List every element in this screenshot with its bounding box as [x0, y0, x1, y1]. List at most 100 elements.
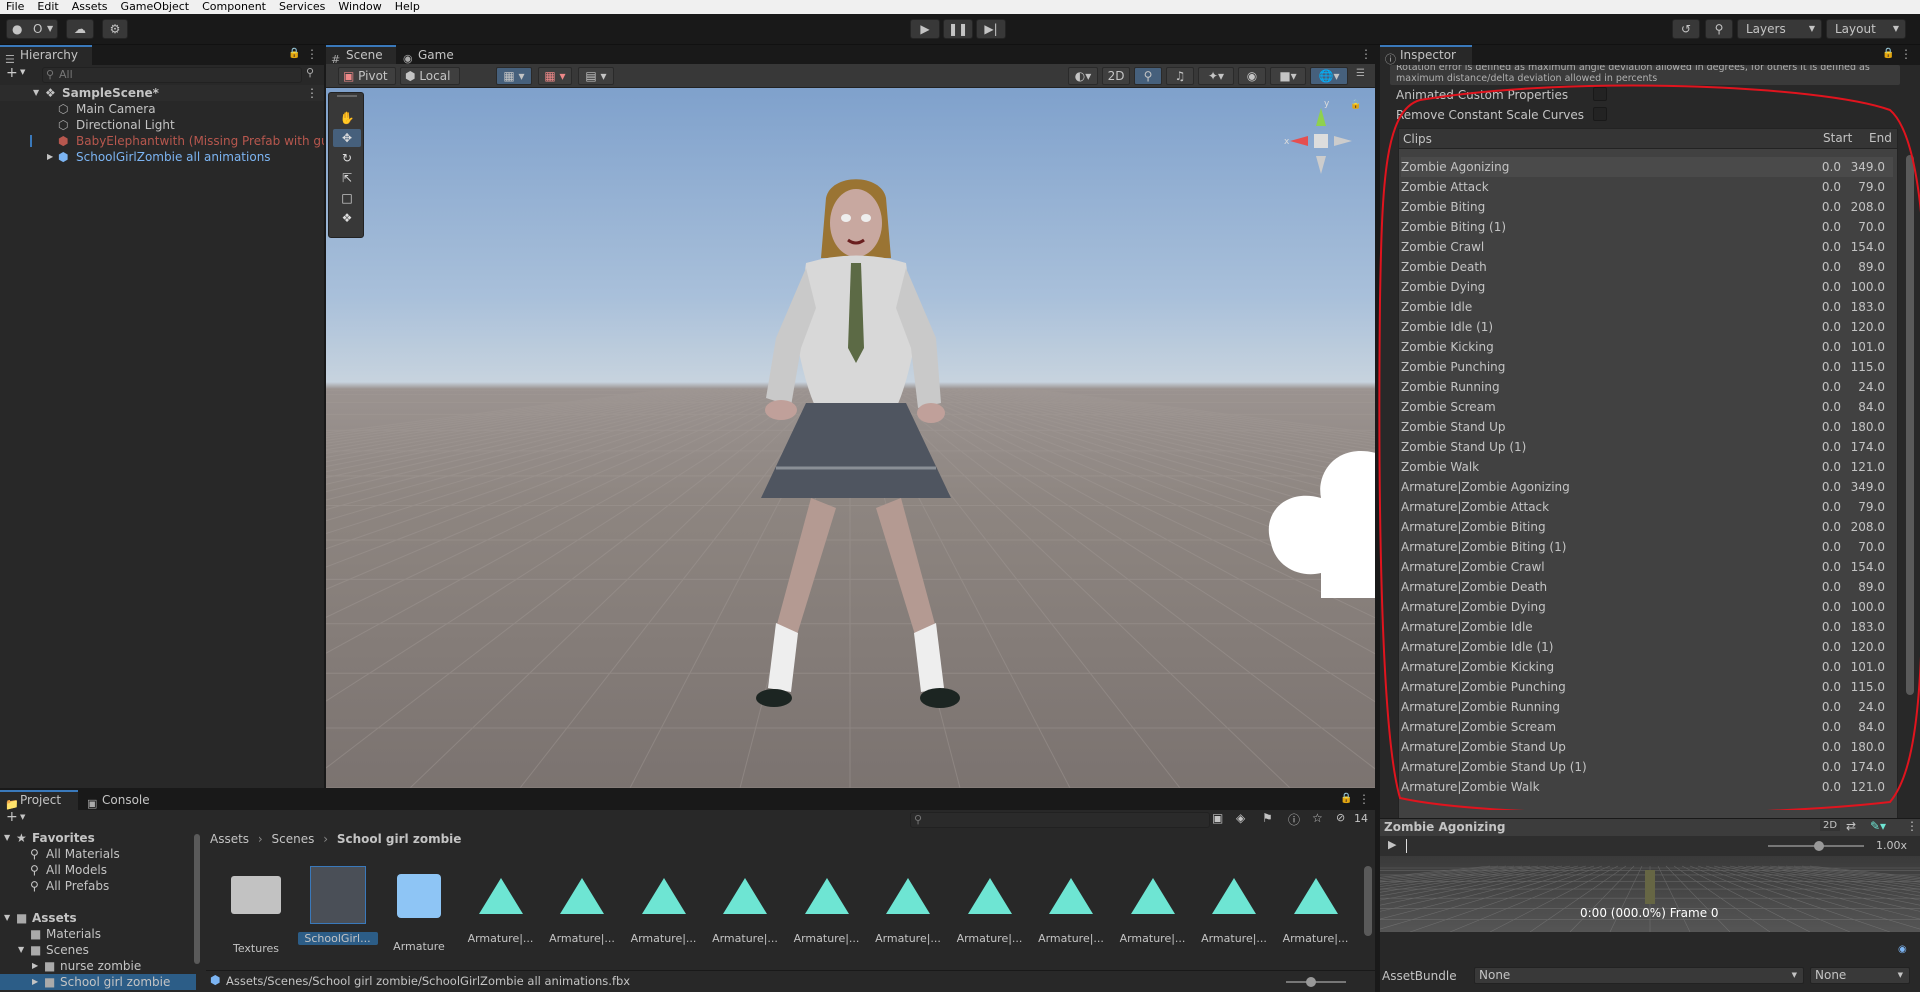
clip-row[interactable]: Armature|Zombie Walk 0.0 121.0 — [1401, 777, 1893, 797]
clip-row[interactable]: Zombie Walk 0.0 121.0 — [1401, 457, 1893, 477]
hand-tool[interactable]: ✋ — [333, 109, 361, 127]
history-button[interactable]: ↺ — [1672, 19, 1700, 39]
clip-row[interactable]: Zombie Stand Up (1) 0.0 174.0 — [1401, 437, 1893, 457]
more-icon[interactable]: ⋮ — [306, 85, 318, 101]
icon-size-slider[interactable] — [1286, 977, 1346, 987]
clip-row[interactable]: Armature|Zombie Idle 0.0 183.0 — [1401, 617, 1893, 637]
clip-row[interactable]: Zombie Running 0.0 24.0 — [1401, 377, 1893, 397]
search-by-label-icon[interactable]: ◈ — [1236, 811, 1245, 825]
add-icon[interactable]: + — [6, 65, 18, 81]
clip-row[interactable]: Zombie Crawl 0.0 154.0 — [1401, 237, 1893, 257]
speed-slider[interactable] — [1768, 841, 1864, 851]
search-options-icon[interactable]: ⚲ — [306, 66, 314, 79]
icon-size-thumb[interactable] — [1306, 977, 1316, 987]
preview-timeline[interactable] — [1406, 839, 1407, 853]
project-asset-item[interactable]: Armature|... — [950, 866, 1030, 945]
clip-row[interactable]: Zombie Scream 0.0 84.0 — [1401, 397, 1893, 417]
clip-row[interactable]: Armature|Zombie Scream 0.0 84.0 — [1401, 717, 1893, 737]
chevron-down-icon[interactable]: ▼ — [20, 68, 25, 76]
menu-edit[interactable]: Edit — [31, 0, 65, 14]
avatar-dropdown-icon[interactable]: ✎▾ — [1870, 819, 1886, 833]
clip-row[interactable]: Armature|Zombie Stand Up 0.0 180.0 — [1401, 737, 1893, 757]
menu-file[interactable]: File — [0, 0, 31, 14]
menu-gameobject[interactable]: GameObject — [115, 0, 197, 14]
clip-row[interactable]: Armature|Zombie Crawl 0.0 154.0 — [1401, 557, 1893, 577]
more-icon[interactable]: ☰ — [1356, 68, 1365, 79]
clip-row[interactable]: Zombie Kicking 0.0 101.0 — [1401, 337, 1893, 357]
clip-row[interactable]: Zombie Idle (1) 0.0 120.0 — [1401, 317, 1893, 337]
project-asset-item[interactable]: Armature|... — [624, 866, 704, 945]
clip-row[interactable]: Zombie Biting (1) 0.0 70.0 — [1401, 217, 1893, 237]
lock-icon[interactable]: 🔒 — [1340, 793, 1352, 804]
transform-tool[interactable]: ❖ — [333, 209, 361, 227]
clips-scrollbar[interactable] — [1906, 155, 1914, 695]
clip-row[interactable]: Zombie Stand Up 0.0 180.0 — [1401, 417, 1893, 437]
favorite-star-icon[interactable]: ☆ — [1312, 811, 1323, 825]
clip-row[interactable]: Zombie Dying 0.0 100.0 — [1401, 277, 1893, 297]
lock-icon[interactable]: 🔒 — [288, 48, 300, 59]
local-dropdown[interactable]: ⬢ Local ▼ — [400, 67, 460, 98]
clip-row[interactable]: Armature|Zombie Running 0.0 24.0 — [1401, 697, 1893, 717]
clip-row[interactable]: Armature|Zombie Biting 0.0 208.0 — [1401, 517, 1893, 537]
clip-row[interactable]: Zombie Biting 0.0 208.0 — [1401, 197, 1893, 217]
chevron-down-icon[interactable]: ▼ — [20, 813, 25, 821]
tab-scene[interactable]: # Scene — [326, 45, 396, 66]
project-asset-item[interactable]: Armature|... — [1276, 866, 1356, 945]
clip-row[interactable]: Zombie Death 0.0 89.0 — [1401, 257, 1893, 277]
hierarchy-scene-row[interactable]: ▼ ❖ SampleScene* ⋮ — [0, 85, 324, 101]
project-asset-item[interactable]: Armature|... — [1113, 866, 1193, 945]
scale-tool[interactable]: ⇱ — [333, 169, 361, 187]
hierarchy-item-missing-prefab[interactable]: ⬢ BabyElephantwith (Missing Prefab with … — [0, 133, 340, 149]
clip-row[interactable]: Zombie Idle 0.0 183.0 — [1401, 297, 1893, 317]
assetbundle-dropdown[interactable]: None ▼ — [1474, 967, 1804, 984]
more-icon[interactable]: ⋮ — [306, 47, 318, 61]
project-asset-item[interactable]: Armature|... — [461, 866, 541, 945]
layout-dropdown[interactable]: Layout ▼ — [1826, 19, 1906, 39]
play-icon[interactable]: ▶ — [1388, 838, 1396, 851]
project-asset-item[interactable]: Armature|... — [868, 866, 948, 945]
menu-services[interactable]: Services — [273, 0, 332, 14]
breadcrumb-assets[interactable]: Assets — [210, 832, 249, 846]
speed-slider-thumb[interactable] — [1814, 841, 1824, 851]
menu-window[interactable]: Window — [332, 0, 388, 14]
project-asset-item[interactable]: Armature|... — [1194, 866, 1274, 945]
tree-scrollbar[interactable] — [194, 834, 200, 964]
audio-toggle[interactable]: ♫ — [1166, 67, 1194, 85]
preview-2d-button[interactable]: 2D — [1820, 820, 1841, 831]
lighting-toggle[interactable]: ⚲ — [1134, 67, 1162, 85]
assets-scrollbar[interactable] — [1364, 866, 1372, 936]
clip-row[interactable]: Armature|Zombie Kicking 0.0 101.0 — [1401, 657, 1893, 677]
collab-button[interactable]: ⚙ — [102, 19, 128, 39]
pivot-toggle-icon[interactable]: ⇄ — [1846, 819, 1856, 833]
rect-tool[interactable]: □ — [333, 189, 361, 207]
step-button[interactable]: ▶| — [976, 19, 1006, 39]
preview-viewport[interactable]: 0:00 (000.0%) Frame 0 — [1380, 856, 1920, 932]
account-button[interactable]: ● O ▼ — [6, 19, 58, 39]
hidden-packages-icon[interactable]: ⊘ — [1336, 811, 1345, 824]
menu-help[interactable]: Help — [389, 0, 427, 14]
project-search-input[interactable]: ⚲ — [910, 812, 1210, 828]
lock-icon[interactable]: 🔒 — [1882, 48, 1894, 59]
tab-project[interactable]: 📁 Project — [0, 790, 78, 811]
effects-dropdown[interactable]: ✦▾ — [1198, 67, 1234, 85]
drag-handle[interactable] — [337, 95, 357, 97]
move-tool[interactable]: ✥ — [333, 129, 361, 147]
tab-game[interactable]: ◉ Game — [398, 45, 460, 65]
clip-row[interactable]: Armature|Zombie Biting (1) 0.0 70.0 — [1401, 537, 1893, 557]
pause-button[interactable]: ❚❚ — [943, 19, 973, 39]
project-asset-item[interactable]: Armature|... — [1031, 866, 1111, 945]
clip-row[interactable]: Zombie Punching 0.0 115.0 — [1401, 357, 1893, 377]
clip-row[interactable]: Armature|Zombie Death 0.0 89.0 — [1401, 577, 1893, 597]
tab-hierarchy[interactable]: ☰ Hierarchy — [0, 45, 92, 66]
align-button[interactable]: ▤ ▾ — [578, 67, 614, 85]
pivot-dropdown[interactable]: ▣ Pivot ▼ — [338, 67, 396, 98]
clip-row[interactable]: Armature|Zombie Stand Up (1) 0.0 174.0 — [1401, 757, 1893, 777]
project-asset-item[interactable]: Armature — [379, 866, 459, 953]
clip-row[interactable]: Armature|Zombie Idle (1) 0.0 120.0 — [1401, 637, 1893, 657]
tab-inspector[interactable]: ⓘ Inspector — [1380, 45, 1472, 66]
more-icon[interactable]: ⋮ — [1360, 47, 1372, 61]
project-asset-item[interactable]: SchoolGirl... — [297, 866, 378, 945]
increment-snap-button[interactable]: ▦ ▾ — [538, 67, 572, 85]
clip-row[interactable]: Zombie Attack 0.0 79.0 — [1401, 177, 1893, 197]
gizmos-dropdown[interactable]: 🌐▾ — [1310, 67, 1348, 85]
